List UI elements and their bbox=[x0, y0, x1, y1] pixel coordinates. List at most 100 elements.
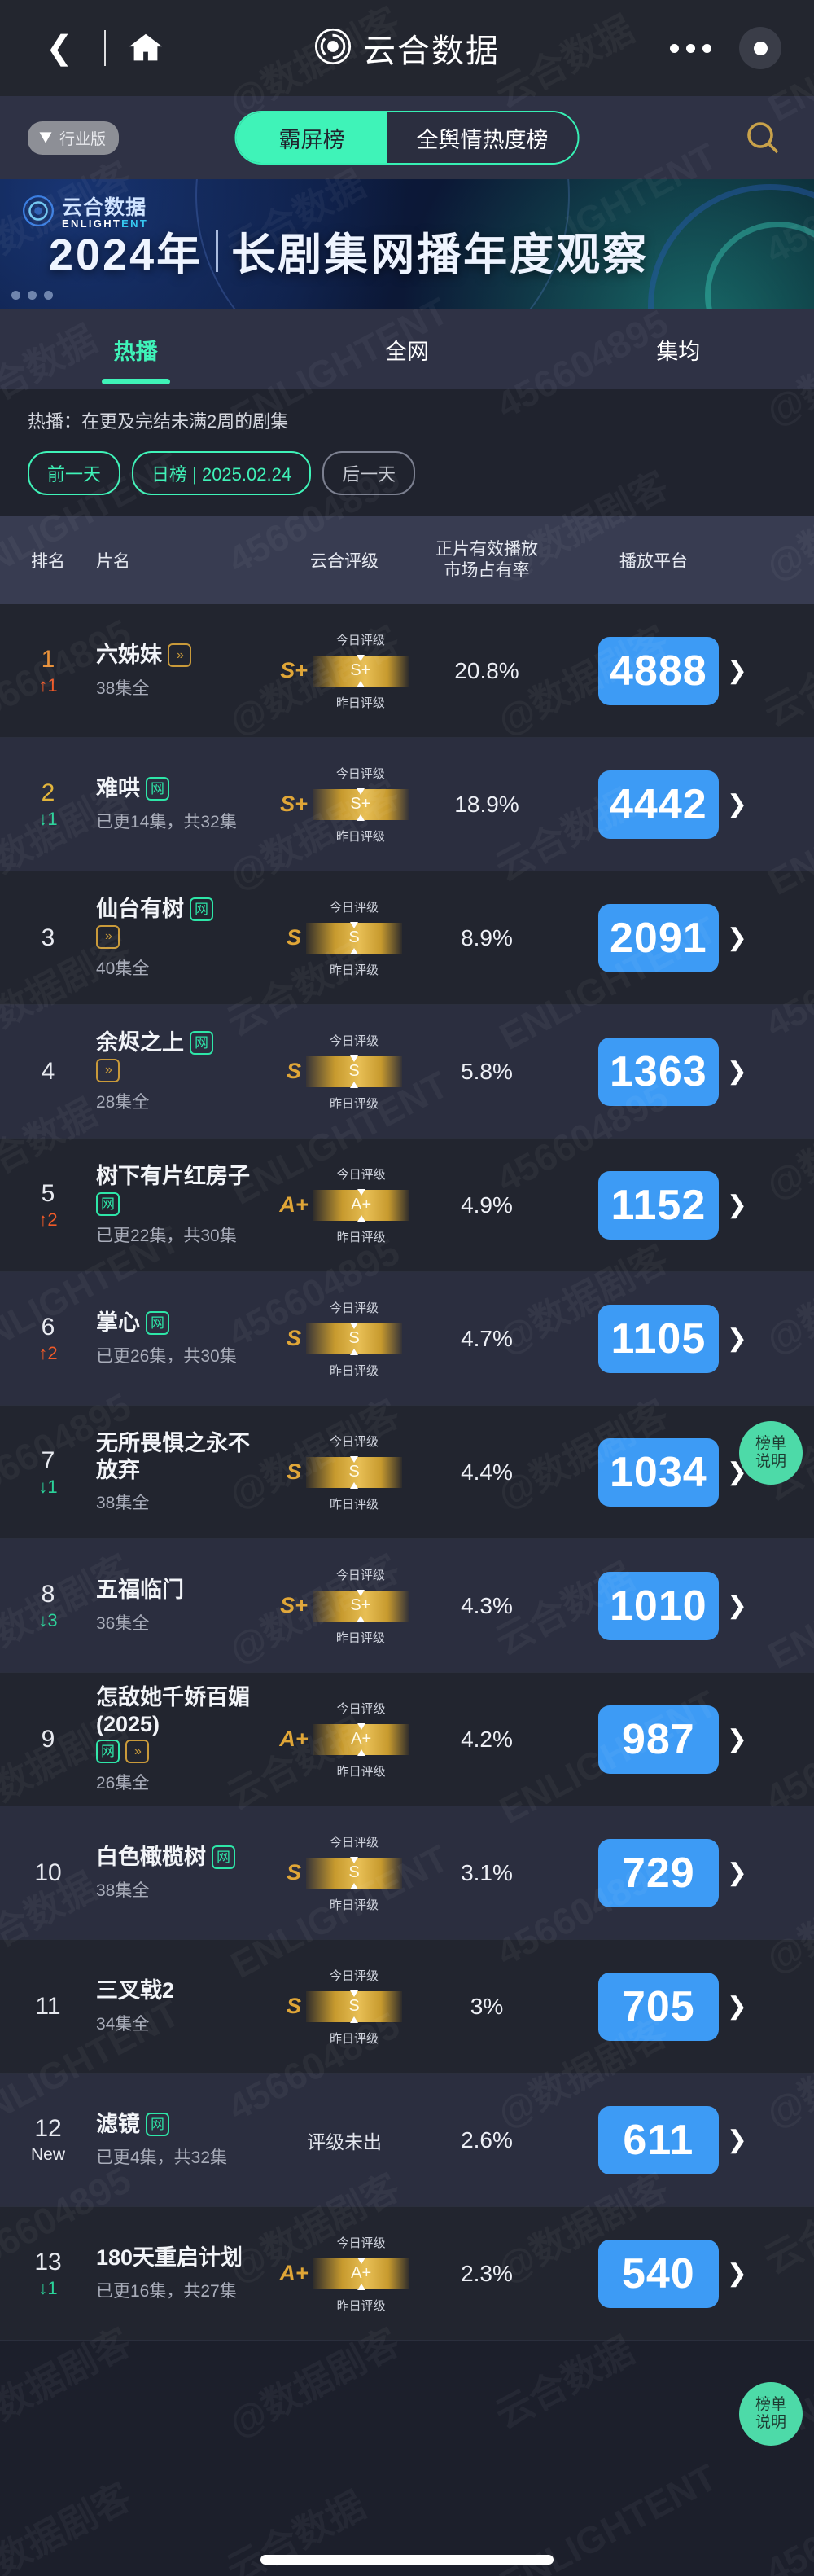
title-cell[interactable]: 无所畏惧之永不放弃 38集全 bbox=[96, 1430, 267, 1515]
target-circle-icon[interactable] bbox=[739, 27, 781, 69]
platform-cell[interactable]: 4888 ❯ bbox=[552, 636, 755, 705]
title-cell[interactable]: 怎敌她千娇百媚(2025) 网» 26集全 bbox=[96, 1684, 267, 1795]
play-volume-pill[interactable]: 987 bbox=[597, 1705, 719, 1774]
fab2-line2: 说明 bbox=[755, 2414, 786, 2431]
chevron-right-icon[interactable]: ❯ bbox=[727, 2259, 747, 2288]
table-row[interactable]: 1 ↑1 六姊妹» 38集全 S+ 今日评级 S+ 昨日评级 20.8% 4888 ❯ bbox=[0, 604, 814, 738]
grade-cell: S 今日评级 S 昨日评级 bbox=[267, 1833, 422, 1913]
subtab-hot-play[interactable]: 热播 bbox=[0, 309, 271, 389]
table-row[interactable]: 12 New 滤镜网已更4集，共32集 评级未出 2.6% 611 ❯ bbox=[0, 2074, 814, 2207]
subtab-episode-average[interactable]: 集均 bbox=[543, 309, 814, 389]
play-volume-pill[interactable]: 705 bbox=[597, 1972, 719, 2041]
prev-day-button[interactable]: 前一天 bbox=[28, 451, 121, 495]
platform-cell[interactable]: 705 ❯ bbox=[552, 1972, 755, 2041]
rank-cell: 10 bbox=[0, 1859, 96, 1886]
table-row[interactable]: 8 ↓3 五福临门 36集全 S+ 今日评级 S+ 昨日评级 4.3% 1010 ❯ bbox=[0, 1539, 814, 1673]
table-row[interactable]: 5 ↑2 树下有片红房子网已更22集，共30集 A+ 今日评级 A+ 昨日评级 4.9% 115… bbox=[0, 1139, 814, 1272]
table-row[interactable]: 13 ↓1 180天重启计划 已更16集，共27集 A+ 今日评级 A+ 昨日评级 2.3% 54… bbox=[0, 2207, 814, 2341]
play-volume-pill[interactable]: 4442 bbox=[597, 770, 719, 839]
table-row[interactable]: 3 仙台有树网 » 40集全 S 今日评级 S 昨日评级 8.9% 2091 ❯ bbox=[0, 871, 814, 1005]
grade-letter: A+ bbox=[279, 1727, 309, 1751]
search-icon[interactable] bbox=[739, 114, 786, 161]
period-selector[interactable]: 日榜 | 2025.02.24 bbox=[132, 451, 312, 495]
home-icon[interactable] bbox=[124, 26, 168, 70]
title-cell[interactable]: 三叉戟2 34集全 bbox=[96, 1977, 267, 2035]
title-cell[interactable]: 白色橄榄树网 38集全 bbox=[96, 1844, 267, 1902]
platform-cell[interactable]: 1034 ❯ bbox=[552, 1437, 755, 1507]
more-dots-icon[interactable] bbox=[670, 43, 711, 53]
chevron-right-icon[interactable]: ❯ bbox=[727, 1992, 747, 2021]
chevron-right-icon[interactable]: ❯ bbox=[727, 656, 747, 685]
chevron-right-icon[interactable]: ❯ bbox=[727, 1725, 747, 1753]
table-row[interactable]: 10 白色橄榄树网 38集全 S 今日评级 S 昨日评级 3.1% 729 ❯ bbox=[0, 1806, 814, 1940]
platform-cell[interactable]: 4442 ❯ bbox=[552, 770, 755, 839]
platform-cell[interactable]: 1152 ❯ bbox=[552, 1170, 755, 1240]
play-volume-pill[interactable]: 4888 bbox=[597, 636, 719, 705]
ranking-tab-row: 行业版 霸屏榜 全舆情热度榜 bbox=[0, 96, 814, 179]
title-cell[interactable]: 掌心网已更26集，共30集 bbox=[96, 1310, 267, 1367]
header-rank: 排名 bbox=[31, 552, 65, 571]
grade-letter: S bbox=[286, 925, 301, 950]
platform-cell[interactable]: 2091 ❯ bbox=[552, 903, 755, 972]
title-cell[interactable]: 难哄网已更14集，共32集 bbox=[96, 775, 267, 833]
chevron-right-icon[interactable]: ❯ bbox=[727, 1324, 747, 1353]
title-cell[interactable]: 180天重启计划 已更16集，共27集 bbox=[96, 2245, 267, 2302]
platform-cell[interactable]: 540 ❯ bbox=[552, 2239, 755, 2308]
industry-edition-badge[interactable]: 行业版 bbox=[28, 121, 120, 155]
hero-banner[interactable]: 云合数据 ENLIGHTENT 2024年 长剧集网播年度观察 bbox=[0, 179, 814, 309]
grade-bar: S+ bbox=[312, 788, 409, 820]
ranking-table-body: 1 ↑1 六姊妹» 38集全 S+ 今日评级 S+ 昨日评级 20.8% 4888 ❯ 2 ↓1 难哄网已… bbox=[0, 604, 814, 2341]
web-exclusive-tag-icon: 网 bbox=[146, 2113, 169, 2136]
table-header: 排名 片名 云合评级 正片有效播放 市场占有率 播放平台 bbox=[0, 516, 814, 604]
play-volume-pill[interactable]: 2091 bbox=[597, 903, 719, 972]
tab-baping-ranking[interactable]: 霸屏榜 bbox=[236, 112, 387, 163]
table-row[interactable]: 9 怎敌她千娇百媚(2025) 网» 26集全 A+ 今日评级 A+ 昨日评级 4.2% 987 ❯ bbox=[0, 1673, 814, 1806]
chevron-right-icon[interactable]: ❯ bbox=[727, 790, 747, 818]
platform-cell[interactable]: 1105 ❯ bbox=[552, 1304, 755, 1373]
table-row[interactable]: 11 三叉戟2 34集全 S 今日评级 S 昨日评级 3% 705 ❯ bbox=[0, 1940, 814, 2074]
table-row[interactable]: 2 ↓1 难哄网已更14集，共32集 S+ 今日评级 S+ 昨日评级 18.9% 4442 ❯ bbox=[0, 738, 814, 871]
rank-change-indicator: ↓1 bbox=[38, 808, 58, 829]
chevron-right-icon[interactable]: ❯ bbox=[727, 1591, 747, 1620]
title-cell[interactable]: 仙台有树网 » 40集全 bbox=[96, 896, 267, 980]
back-icon[interactable]: ❮ bbox=[33, 27, 86, 69]
platform-cell[interactable]: 729 ❯ bbox=[552, 1838, 755, 1907]
episode-status: 38集全 bbox=[96, 1494, 150, 1513]
title-cell[interactable]: 五福临门 36集全 bbox=[96, 1577, 267, 1635]
chevron-right-icon[interactable]: ❯ bbox=[727, 1858, 747, 1887]
subtab-whole-net[interactable]: 全网 bbox=[271, 309, 542, 389]
segmented-control: 霸屏榜 全舆情热度榜 bbox=[234, 111, 580, 165]
ranking-explanation-button[interactable]: 榜单 说明 bbox=[739, 1421, 803, 1485]
play-volume-pill[interactable]: 611 bbox=[597, 2105, 719, 2174]
episode-status: 40集全 bbox=[96, 959, 150, 978]
table-row[interactable]: 6 ↑2 掌心网已更26集，共30集 S 今日评级 S 昨日评级 4.7% 1105 ❯ bbox=[0, 1272, 814, 1406]
title-cell[interactable]: 六姊妹» 38集全 bbox=[96, 642, 267, 700]
platform-cell[interactable]: 987 ❯ bbox=[552, 1705, 755, 1774]
chevron-right-icon[interactable]: ❯ bbox=[727, 924, 747, 952]
rank-number: 4 bbox=[41, 1058, 55, 1085]
tab-sentiment-heat-ranking[interactable]: 全舆情热度榜 bbox=[387, 112, 578, 163]
table-row[interactable]: 7 ↓1 无所畏惧之永不放弃 38集全 S 今日评级 S 昨日评级 4.4% 1034 ❯ bbox=[0, 1406, 814, 1539]
platform-cell[interactable]: 1363 ❯ bbox=[552, 1037, 755, 1106]
ranking-explanation-button-2[interactable]: 榜单 说明 bbox=[739, 2382, 803, 2446]
play-volume-pill[interactable]: 1010 bbox=[597, 1571, 719, 1640]
play-volume-pill[interactable]: 1363 bbox=[597, 1037, 719, 1106]
chevron-right-icon[interactable]: ❯ bbox=[727, 1191, 747, 1219]
play-volume-pill[interactable]: 729 bbox=[597, 1838, 719, 1907]
platform-cell[interactable]: 1010 ❯ bbox=[552, 1571, 755, 1640]
play-volume-pill[interactable]: 1105 bbox=[597, 1304, 719, 1373]
table-row[interactable]: 4 余烬之上网 » 28集全 S 今日评级 S 昨日评级 5.8% 1363 ❯ bbox=[0, 1005, 814, 1139]
chevron-right-icon[interactable]: ❯ bbox=[727, 1057, 747, 1086]
play-volume-pill[interactable]: 1152 bbox=[597, 1170, 719, 1240]
rank-number: 9 bbox=[41, 1726, 55, 1753]
title-cell[interactable]: 树下有片红房子网已更22集，共30集 bbox=[96, 1163, 267, 1247]
play-volume-pill[interactable]: 1034 bbox=[597, 1437, 719, 1507]
play-volume-pill[interactable]: 540 bbox=[597, 2239, 719, 2308]
grade-letter: S bbox=[286, 1860, 301, 1885]
title-cell[interactable]: 滤镜网已更4集，共32集 bbox=[96, 2111, 267, 2169]
next-day-button[interactable]: 后一天 bbox=[322, 451, 416, 495]
title-cell[interactable]: 余烬之上网 » 28集全 bbox=[96, 1029, 267, 1113]
platform-cell[interactable]: 611 ❯ bbox=[552, 2105, 755, 2174]
banner-pagination-dots[interactable] bbox=[11, 291, 53, 300]
chevron-right-icon[interactable]: ❯ bbox=[727, 2126, 747, 2154]
